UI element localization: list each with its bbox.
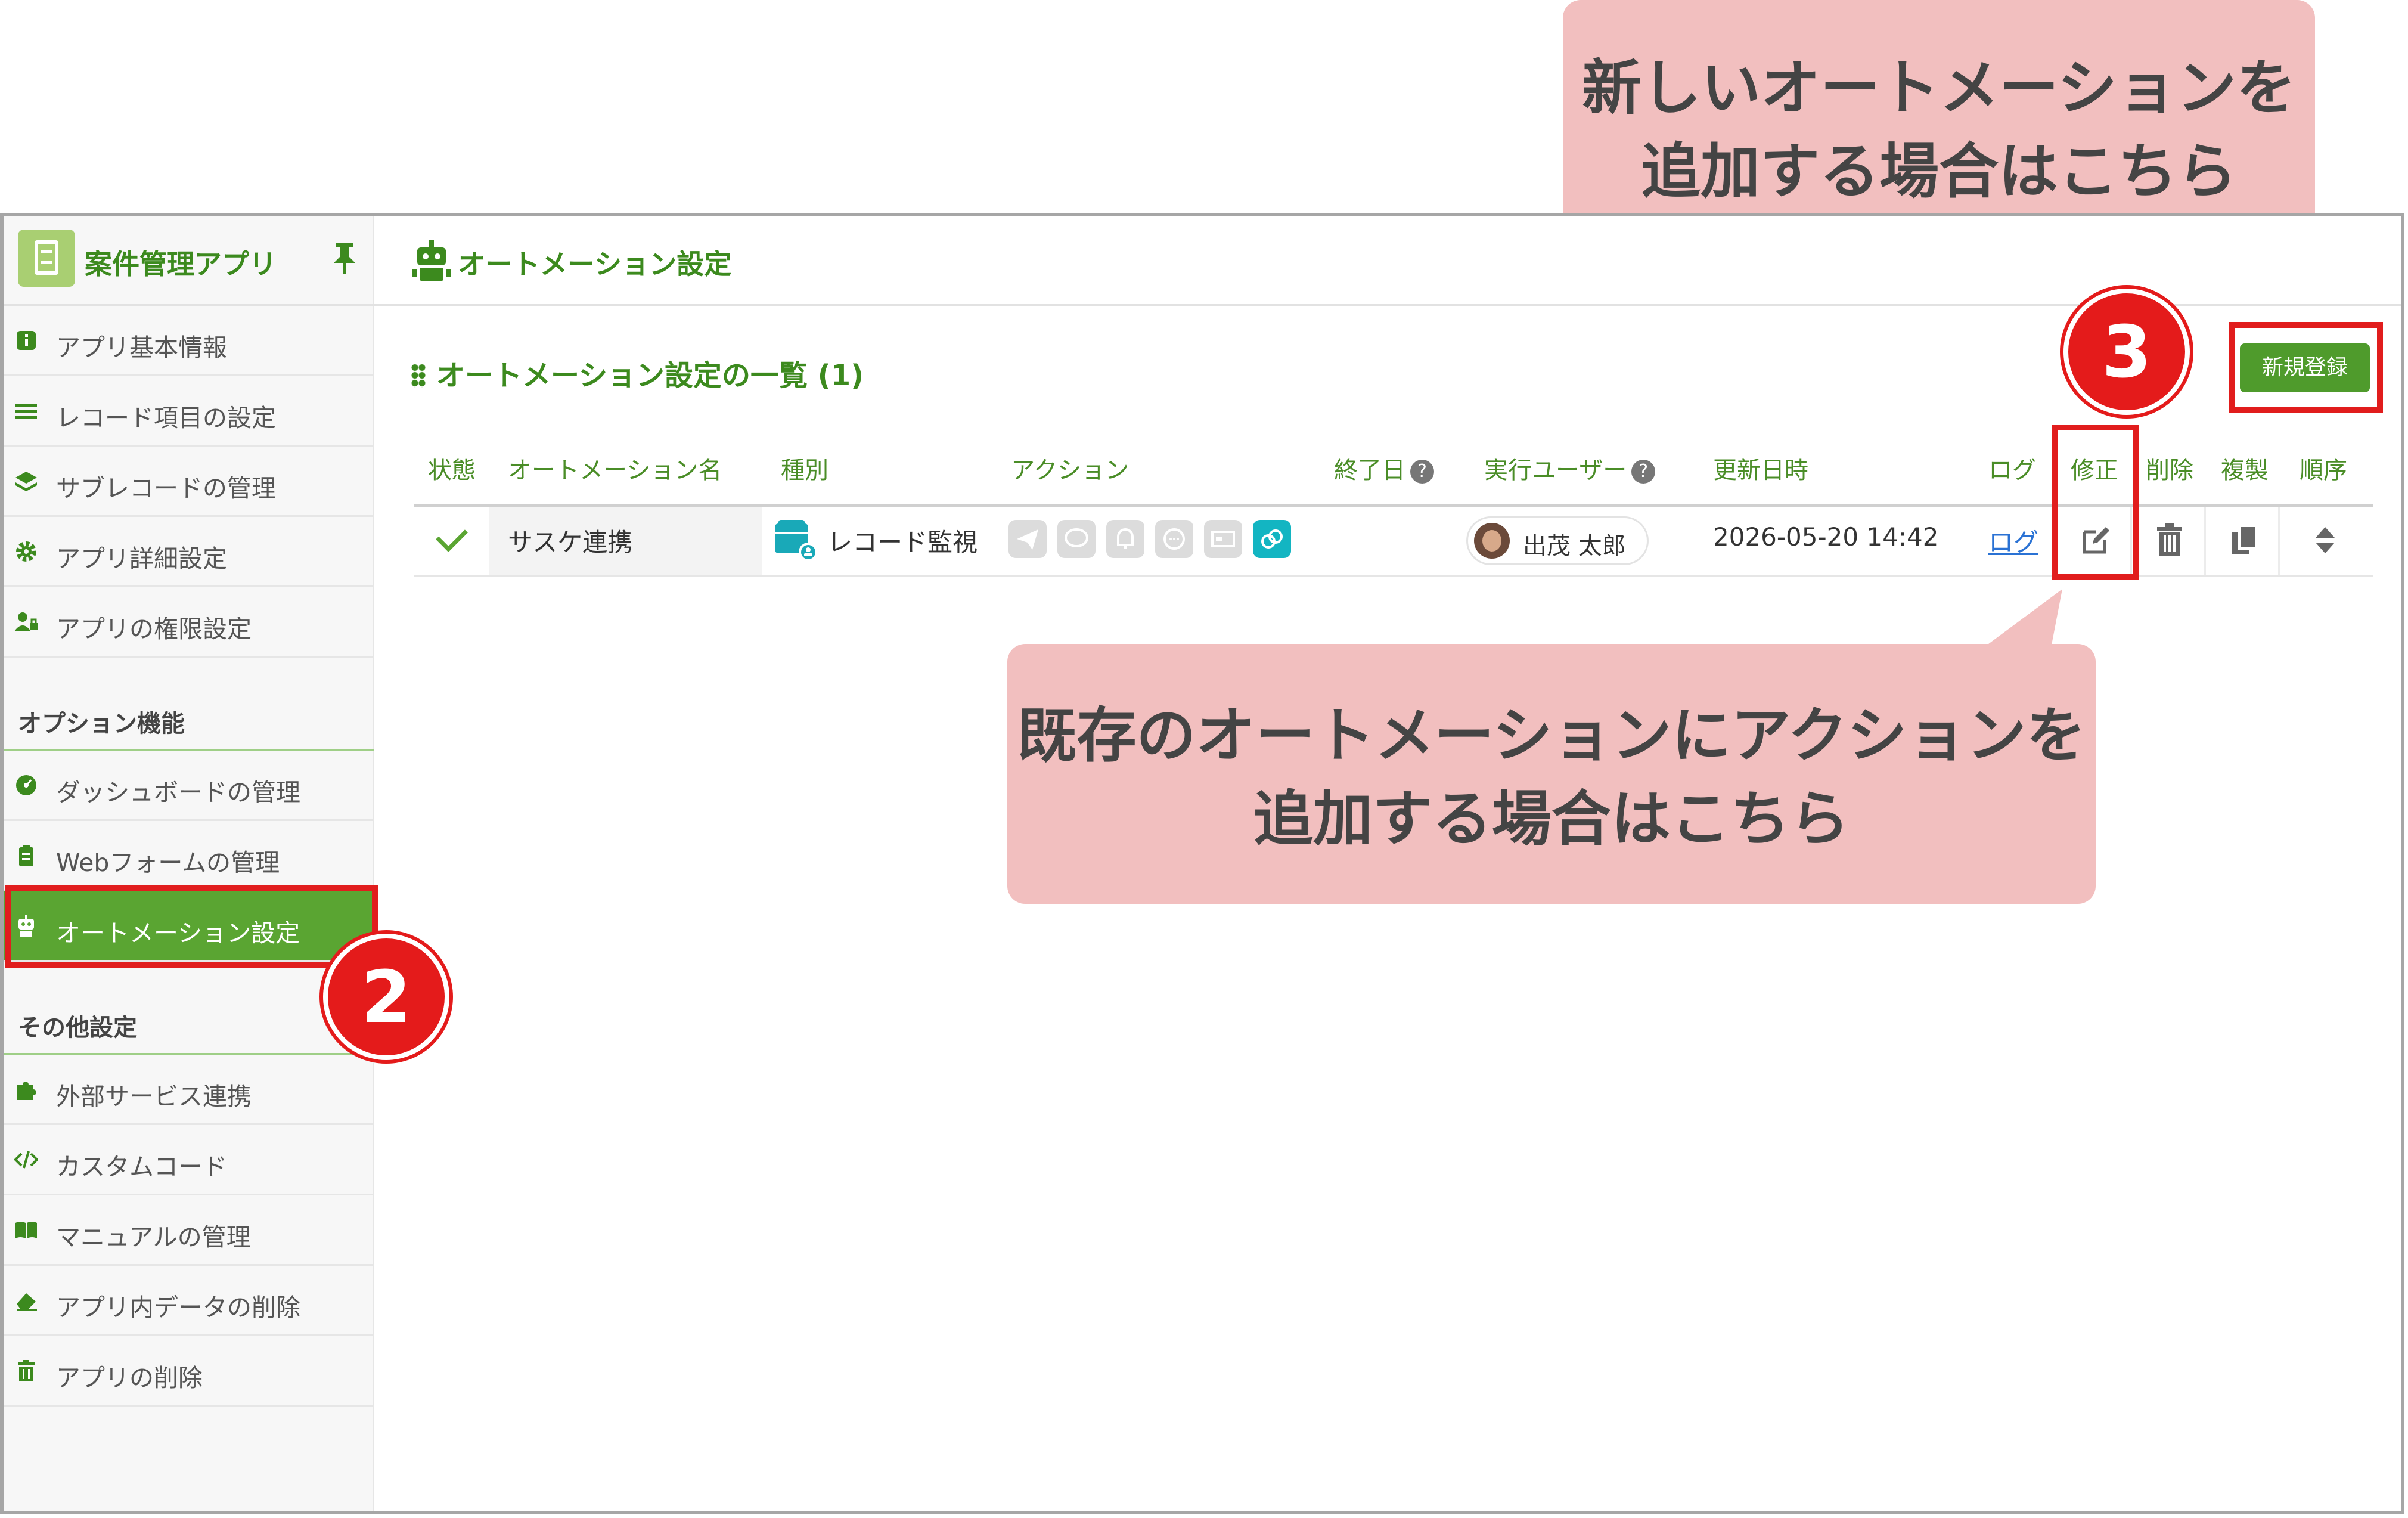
log-link[interactable]: ログ [1988, 522, 2038, 559]
sidebar-item-manuals[interactable]: マニュアルの管理 [4, 1195, 374, 1266]
record-watch-icon [775, 520, 818, 562]
pin-icon[interactable] [333, 241, 356, 275]
column-header-label: 実行ユーザー [1484, 457, 1627, 484]
callout-line-1: 既存のオートメーションにアクションを [1017, 701, 2086, 770]
column-header-log: ログ [1988, 457, 2036, 484]
sidebar-item-label: カスタムコード [56, 1153, 227, 1181]
column-header-updated: 更新日時 [1713, 457, 1808, 484]
dashboard-icon [16, 775, 36, 795]
column-header-copy: 複製 [2221, 457, 2269, 484]
callout-pointer-middle [1979, 589, 2062, 651]
sidebar-item-label: ダッシュボードの管理 [56, 778, 300, 807]
card-icon [1204, 520, 1242, 558]
sidebar-item-subrecords[interactable]: サブレコードの管理 [4, 447, 374, 517]
link-icon [1253, 520, 1291, 558]
step-badge-3: 3 [2063, 289, 2190, 415]
column-header-end-date: 終了日? [1334, 451, 1434, 485]
message-icon [1155, 520, 1193, 558]
section-title-options: オプション機能 [18, 710, 185, 738]
trash-icon [18, 1360, 35, 1381]
sidebar-item-label: Webフォームの管理 [56, 848, 280, 877]
sidebar-item-external-services[interactable]: 外部サービス連携 [4, 1055, 374, 1125]
run-user-chip: 出茂 太郎 [1466, 516, 1649, 565]
column-header-label: 終了日 [1334, 457, 1405, 484]
sidebar-item-label: アプリの削除 [56, 1364, 203, 1392]
column-header-type: 種別 [781, 457, 828, 484]
automation-type: レコード監視 [827, 528, 978, 557]
column-header-status: 状態 [428, 457, 476, 484]
code-icon [14, 1151, 38, 1169]
chat-icon [1057, 520, 1096, 558]
column-header-actions: アクション [1011, 457, 1129, 484]
sidebar-item-app-info[interactable]: アプリ基本情報 [4, 306, 374, 376]
automation-name[interactable]: サスケ連携 [508, 522, 632, 559]
callout-line-2: 追加する場合はこちら [1641, 137, 2237, 206]
sidebar-item-label: 外部サービス連携 [56, 1082, 252, 1111]
sidebar-menu-other: 外部サービス連携 カスタムコード マニュアルの管理 アプリ内データの削除 アプリ… [4, 1055, 374, 1407]
list-icon [15, 404, 37, 419]
updated-datetime: 2026-05-20 14:42 [1713, 522, 1939, 552]
sidebar: 案件管理アプリ アプリ基本情報 レコード項目の設定 サブレコードの管理 アプリ詳… [4, 216, 374, 1511]
puzzle-icon [17, 1082, 36, 1100]
highlight-new-button [2229, 322, 2383, 413]
sidebar-item-label: サブレコードの管理 [56, 474, 276, 503]
main-header: オートメーション設定 [374, 216, 2401, 306]
section-title-other: その他設定 [18, 1014, 137, 1042]
app-title: 案件管理アプリ [85, 248, 277, 280]
app-icon [18, 230, 75, 287]
sidebar-item-custom-code[interactable]: カスタムコード [4, 1125, 374, 1195]
sidebar-item-label: アプリ詳細設定 [56, 544, 227, 573]
gear-icon [16, 541, 36, 562]
list-title-text: オートメーション設定の一覧 (1) [436, 359, 864, 392]
delete-button[interactable] [2130, 507, 2204, 575]
sidebar-menu-top: アプリ基本情報 レコード項目の設定 サブレコードの管理 アプリ詳細設定 アプリの… [4, 306, 374, 658]
run-user-name: 出茂 太郎 [1523, 532, 1626, 560]
sidebar-item-delete-app[interactable]: アプリの削除 [4, 1336, 374, 1407]
clipboard-icon [19, 845, 33, 866]
callout-line-1: 新しいオートメーションを [1582, 53, 2296, 123]
bell-icon [1106, 520, 1144, 558]
avatar [1474, 523, 1510, 559]
column-header-delete: 削除 [2146, 457, 2193, 484]
sidebar-item-dashboard[interactable]: ダッシュボードの管理 [4, 751, 374, 821]
sidebar-item-app-details[interactable]: アプリ詳細設定 [4, 517, 374, 587]
info-icon [17, 331, 36, 350]
book-icon [15, 1222, 37, 1238]
sidebar-item-webform[interactable]: Webフォームの管理 [4, 821, 374, 891]
sidebar-item-label: アプリ内データの削除 [56, 1293, 300, 1322]
copy-button[interactable] [2204, 507, 2278, 575]
sidebar-item-label: アプリ基本情報 [56, 333, 227, 362]
grip-icon [411, 364, 426, 388]
callout-line-2: 追加する場合はこちら [1253, 784, 1850, 854]
column-header-run-user: 実行ユーザー? [1484, 451, 1656, 485]
sidebar-item-permissions[interactable]: アプリの権限設定 [4, 587, 374, 658]
robot-icon [412, 240, 451, 281]
sort-handle[interactable] [2278, 507, 2373, 575]
help-icon[interactable]: ? [1631, 460, 1656, 484]
eraser-icon [17, 1293, 37, 1311]
list-title: オートメーション設定の一覧 (1) [411, 352, 864, 394]
user-lock-icon [14, 612, 38, 631]
help-icon[interactable]: ? [1410, 460, 1434, 484]
column-header-order: 順序 [2300, 457, 2347, 484]
sidebar-item-record-fields[interactable]: レコード項目の設定 [4, 376, 374, 447]
sidebar-item-label: レコード項目の設定 [56, 404, 276, 432]
layers-icon [15, 472, 37, 491]
app-brand[interactable]: 案件管理アプリ [4, 216, 374, 306]
send-icon [1008, 520, 1047, 558]
column-header-name: オートメーション名 [508, 457, 722, 484]
highlight-edit-column [2052, 425, 2139, 580]
sidebar-item-label: アプリの権限設定 [56, 615, 252, 643]
step-badge-2: 2 [323, 934, 449, 1060]
sort-icon [2316, 527, 2335, 553]
callout-edit-automation: 既存のオートメーションにアクションを 追加する場合はこちら [1007, 644, 2096, 904]
sidebar-item-delete-data[interactable]: アプリ内データの削除 [4, 1266, 374, 1336]
highlight-automation-item [5, 885, 378, 968]
page-title: オートメーション設定 [458, 248, 732, 280]
trash-icon [2157, 523, 2182, 556]
sidebar-item-label: マニュアルの管理 [56, 1223, 251, 1251]
copy-icon [2232, 525, 2257, 554]
